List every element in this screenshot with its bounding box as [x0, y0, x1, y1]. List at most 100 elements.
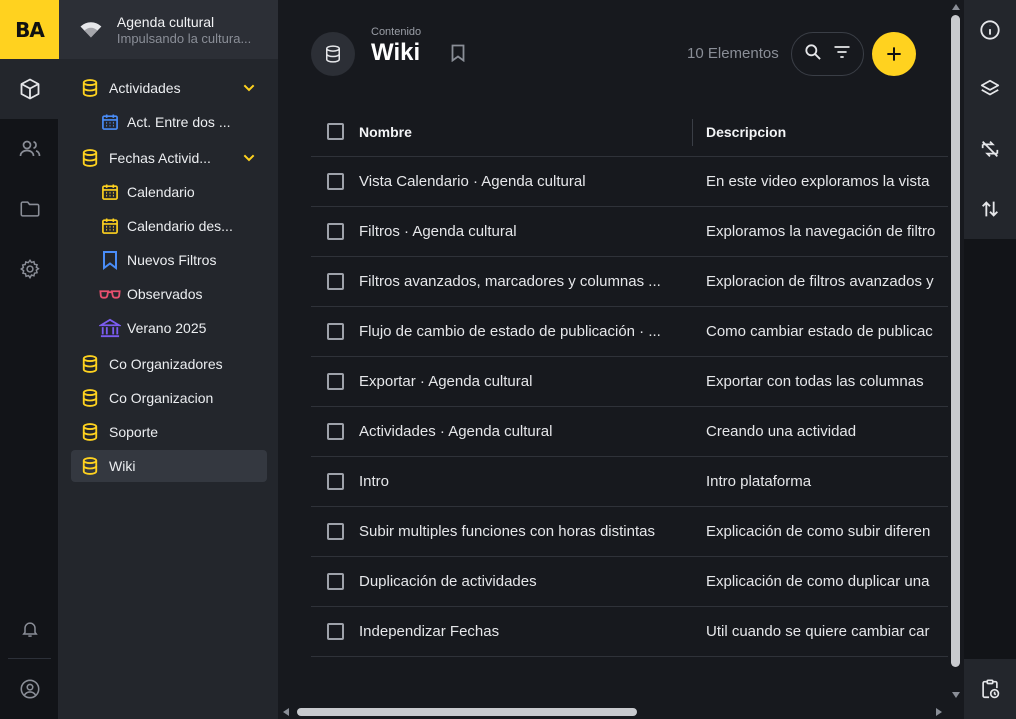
item-count: 10 Elementos [687, 45, 779, 62]
table-row[interactable]: Duplicación de actividades Explicación de… [311, 557, 948, 607]
sidebar-item-calendario-des[interactable]: Calendario des... [71, 210, 267, 242]
database-icon [79, 147, 101, 169]
table-row[interactable]: Independizar Fechas Util cuando se quiere… [311, 607, 948, 657]
cell-descripcion: Creando una actividad [706, 423, 857, 440]
row-checkbox[interactable] [327, 423, 344, 440]
sort-button[interactable] [964, 179, 1016, 239]
sidebar-item-label: Calendario [127, 184, 195, 200]
sync-off-icon [981, 141, 999, 157]
bookmark-icon [99, 249, 121, 271]
scroll-down-arrow[interactable] [952, 692, 960, 698]
rail-folder-button[interactable] [0, 179, 59, 239]
cell-descripcion: En este video exploramos la vista [706, 173, 930, 190]
sidebar-item-observados[interactable]: Observados [71, 278, 267, 310]
breadcrumb[interactable]: Contenido [371, 26, 421, 38]
sidebar-item-nuevos-filtros[interactable]: Nuevos Filtros [71, 244, 267, 276]
vertical-scroll-thumb[interactable] [951, 15, 960, 667]
sidebar-item-label: Actividades [109, 80, 181, 96]
rail-notifications-button[interactable] [0, 599, 59, 659]
sidebar-item-soporte[interactable]: Soporte [71, 416, 267, 448]
filter-button[interactable] [832, 42, 852, 67]
folder-icon [20, 201, 39, 217]
workspace-subtitle: Impulsando la cultura... [116, 30, 252, 46]
glasses-icon [99, 283, 121, 305]
row-checkbox[interactable] [327, 623, 344, 640]
bell-icon [21, 622, 38, 637]
column-resize-handle[interactable] [692, 119, 693, 146]
column-header-descripcion[interactable]: Descripcion [706, 124, 948, 140]
info-button[interactable] [964, 0, 1016, 60]
row-checkbox[interactable] [327, 373, 344, 390]
table-row[interactable]: Exportar · Agenda cultural Exportar con t… [311, 357, 948, 407]
vertical-scrollbar[interactable] [948, 0, 964, 705]
layers-button[interactable] [964, 59, 1016, 119]
row-checkbox[interactable] [327, 573, 344, 590]
rail-profile-button[interactable] [0, 659, 59, 719]
row-checkbox[interactable] [327, 323, 344, 340]
search-button[interactable] [803, 42, 823, 67]
rail-settings-button[interactable] [0, 239, 59, 299]
table-row[interactable]: Vista Calendario · Agenda cultural En est… [311, 157, 948, 207]
cell-descripcion: Como cambiar estado de publicac [706, 323, 933, 340]
cell-nombre: Filtros avanzados, marcadores y columnas… [359, 273, 661, 290]
workspace-switcher[interactable]: Agenda cultural Impulsando la cultura... [59, 0, 278, 59]
select-all-checkbox[interactable] [327, 123, 344, 140]
cell-descripcion: Explicación de como duplicar una [706, 573, 930, 590]
page-title: Wiki [371, 39, 421, 66]
collection-icon-badge [311, 32, 355, 76]
sync-off-button[interactable] [964, 119, 1016, 179]
rail-content-button[interactable] [0, 59, 59, 119]
sidebar-item-act-entre-dos[interactable]: Act. Entre dos ... [71, 106, 267, 138]
row-checkbox[interactable] [327, 173, 344, 190]
database-icon [79, 421, 101, 443]
scroll-left-arrow[interactable] [283, 708, 289, 716]
row-checkbox[interactable] [327, 523, 344, 540]
table-row[interactable]: Subir multiples funciones con horas dist… [311, 507, 948, 557]
scroll-right-arrow[interactable] [936, 708, 942, 716]
layers-icon [980, 79, 1000, 96]
sidebar-item-wiki[interactable]: Wiki [71, 450, 267, 482]
horizontal-scroll-thumb[interactable] [297, 708, 637, 716]
cell-descripcion: Explicación de como subir diferen [706, 523, 931, 540]
table-row[interactable]: Intro Intro plataforma [311, 457, 948, 507]
sidebar-item-verano-2025[interactable]: Verano 2025 [71, 312, 267, 344]
table-row[interactable]: Flujo de cambio de estado de publicación… [311, 307, 948, 357]
sidebar-item-co-organizadores[interactable]: Co Organizadores [71, 348, 267, 380]
bookmark-button[interactable] [450, 44, 466, 67]
sidebar-item-calendario[interactable]: Calendario [71, 176, 267, 208]
chevron-down-icon[interactable] [241, 150, 257, 171]
sidebar-item-co-organizacion[interactable]: Co Organizacion [71, 382, 267, 414]
cell-nombre: Exportar · Agenda cultural [359, 373, 533, 390]
history-button[interactable] [964, 659, 1016, 719]
table-body: Vista Calendario · Agenda cultural En est… [311, 157, 948, 657]
sidebar-item-fechas-activid[interactable]: Fechas Activid... [71, 142, 267, 174]
table-row[interactable]: Filtros avanzados, marcadores y columnas… [311, 257, 948, 307]
horizontal-scrollbar[interactable] [279, 705, 948, 719]
bookmark-icon [451, 44, 465, 63]
search-icon [805, 43, 821, 60]
search-filter-group [791, 32, 864, 76]
row-checkbox[interactable] [327, 273, 344, 290]
cell-descripcion: Exportar con todas las columnas [706, 373, 924, 390]
sidebar-item-actividades[interactable]: Actividades [71, 72, 267, 104]
brand-logo[interactable]: BA [0, 0, 59, 59]
main-content: Contenido Wiki 10 Elementos Nombre Descr… [279, 0, 948, 705]
rail-users-button[interactable] [0, 119, 59, 179]
cell-nombre: Flujo de cambio de estado de publicación… [359, 323, 661, 340]
cell-descripcion: Intro plataforma [706, 473, 812, 490]
table-header: Nombre Descripcion [311, 107, 948, 157]
filter-icon [834, 45, 850, 58]
users-icon [19, 140, 40, 157]
row-checkbox[interactable] [327, 223, 344, 240]
scroll-up-arrow[interactable] [952, 4, 960, 10]
row-checkbox[interactable] [327, 473, 344, 490]
table-row[interactable]: Filtros · Agenda cultural Exploramos la n… [311, 207, 948, 257]
sidebar-item-label: Soporte [109, 424, 159, 440]
sidebar-item-label: Co Organizacion [109, 390, 214, 406]
gear-icon [19, 259, 40, 280]
chevron-down-icon[interactable] [241, 80, 257, 101]
column-header-nombre[interactable]: Nombre [359, 124, 689, 140]
add-item-button[interactable] [872, 32, 916, 76]
table-row[interactable]: Actividades · Agenda cultural Creando una… [311, 407, 948, 457]
database-icon [326, 45, 340, 63]
